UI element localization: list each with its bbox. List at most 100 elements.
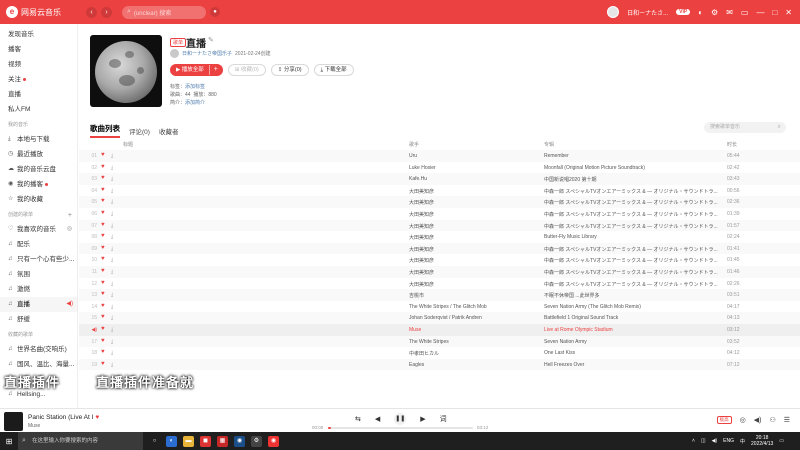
sound-effect-icon[interactable]: ◎ [740,416,746,424]
sidebar-item-playlist-2[interactable]: ♫ 只有一个心有些少... [0,252,77,267]
table-row[interactable]: 05♥⤓不思議な蒙版師大田美知彦中森一郎 スペシャルTVオンエアーミックス & … [79,196,800,208]
browser-icon[interactable]: ◐ [166,435,177,447]
sidebar-item-favorites[interactable]: ☆ 我的收藏 [0,192,77,207]
download-icon[interactable]: ⤓ [111,292,113,298]
table-row[interactable]: ◀)♥⤓Panic Station (Live At Rome Olympic … [79,323,800,336]
minimize-icon[interactable]: — [756,8,764,17]
now-playing-title[interactable]: Panic Station (Live At I [28,414,93,421]
table-row[interactable]: 10♥⤓竜下喰大田美知彦中森一郎 スペシャルTVオンエアーミックス & — オリ… [79,254,800,266]
table-row[interactable]: 08♥⤓Butter-Fly(ピアノバージョン)（「デジモンアドベンチャー」插入… [79,231,800,243]
tray-chevron-icon[interactable]: ˄ [692,438,695,444]
progress-bar[interactable] [328,427,473,429]
download-icon[interactable]: ⤓ [111,315,113,321]
song-album[interactable]: Butter-Fly Music Library [544,234,724,240]
table-row[interactable]: 07♥⤓謎影ほどっち力!!大田美知彦中森一郎 スペシャルTVオンエアーミックス … [79,219,800,232]
input-language[interactable]: ENG [723,438,734,444]
download-icon[interactable]: ⤓ [111,362,113,368]
liked-heart-icon[interactable]: ♥ [101,280,105,286]
quality-badge[interactable]: 极高 [716,416,732,424]
user-name[interactable]: 日和ーナたさ... [627,8,668,17]
liked-heart-icon[interactable]: ♥ [101,303,105,309]
close-icon[interactable]: ✕ [785,8,792,17]
liked-heart-icon[interactable]: ♥ [101,361,105,367]
table-row[interactable]: 03♥⤓经济舱 (Live)SQKafe.Hu中国新说唱2020 第十期03:4… [79,173,800,185]
previous-icon[interactable]: ◀ [375,415,380,423]
back-button[interactable]: ‹ [86,6,97,18]
liked-heart-icon[interactable]: ♥ [101,187,105,193]
sidebar-item-follow[interactable]: 关注 [0,72,77,87]
song-album[interactable]: Live at Rome Olympic Stadium [544,327,724,333]
song-album[interactable]: Moonfall (Original Motion Picture Soundt… [544,165,724,171]
sidebar-item-video[interactable]: 视频 [0,57,77,72]
tab-songs[interactable]: 歌曲列表 [90,123,120,138]
sidebar-item-playlist-1[interactable]: ♫ 配乐 [0,237,77,252]
now-playing-artist[interactable]: Muse [28,423,40,429]
download-icon[interactable]: ⤓ [111,234,113,240]
song-artist[interactable]: Luke Hosier [409,165,539,171]
download-icon[interactable]: ⤓ [111,281,113,287]
app-logo[interactable]: e 网易云音乐 [6,6,86,18]
download-icon[interactable]: ⤓ [111,246,113,252]
office-icon[interactable]: ◼ [200,435,211,447]
song-artist[interactable]: 吉桃市 [409,292,539,299]
like-heart-icon[interactable]: ♥ [95,414,99,421]
table-row[interactable]: 09♥⤓スピード&テクニック大田美知彦中森一郎 スペシャルTVオンエアーミックス… [79,242,800,255]
add-to-queue-icon[interactable]: + [208,65,222,75]
liked-heart-icon[interactable]: ♥ [101,256,105,262]
song-album[interactable]: One Last Kiss [544,350,724,356]
song-artist[interactable]: Uru [409,153,539,159]
table-row[interactable]: 01♥⤓One more time, One more chanceUruRem… [79,150,800,162]
sidebar-item-playlist-6[interactable]: ♫ 舒缓 [0,312,77,327]
download-icon[interactable]: ⤓ [111,165,113,171]
forward-button[interactable]: › [101,6,112,18]
liked-heart-icon[interactable]: ♥ [101,291,105,297]
user-avatar[interactable] [607,6,620,18]
pause-button[interactable]: ❚❚ [394,413,407,425]
song-artist[interactable]: The White Stripes / The Glitch Mob [409,304,539,310]
notification-icon[interactable]: ▭ [779,438,784,444]
table-row[interactable]: 19♥⤓Hotel California (Live on MTV, 1994)… [79,358,800,371]
song-artist[interactable]: Kafe.Hu [409,176,539,182]
song-artist[interactable]: Muse [409,327,539,333]
table-row[interactable]: 06♥⤓密影を撃い大田美知彦中森一郎 スペシャルTVオンエアーミックス & — … [79,208,800,220]
song-album[interactable]: 中森一郎 スペシャルTVオンエアーミックス & — オリジナル・サウンドトラ..… [544,281,724,288]
liked-heart-icon[interactable]: ♥ [101,326,105,332]
tab-collectors[interactable]: 收藏者 [159,126,179,138]
liked-heart-icon[interactable]: ♥ [101,245,105,251]
song-album[interactable]: 中森一郎 スペシャルTVオンエアーミックス & — オリジナル・サウンドトラ..… [544,246,724,253]
sidebar-item-collected-1[interactable]: ♫ 世界名曲(交响乐) [0,342,77,357]
sidebar-item-live[interactable]: 直播 [0,87,77,102]
download-icon[interactable]: ⤓ [111,211,113,217]
liked-heart-icon[interactable]: ♥ [101,314,105,320]
song-artist[interactable]: 中孝田ヒカル [409,350,539,357]
song-artist[interactable]: 大田美知彦 [409,257,539,264]
liked-heart-icon[interactable]: ♥ [101,349,105,355]
download-all-button[interactable]: ⤓ 下载全部 [313,64,354,76]
song-artist[interactable]: 大田美知彦 [409,188,539,195]
volume-icon[interactable]: ◀) [754,416,762,424]
liked-heart-icon[interactable]: ♥ [101,268,105,274]
table-row[interactable]: 02♥⤓One More TimeSQLuke HosierMoonfall (… [79,162,800,174]
song-album[interactable]: Seven Nation Army [544,339,724,345]
song-artist[interactable]: 大田美知彦 [409,234,539,241]
liked-heart-icon[interactable]: ♥ [101,338,105,344]
lyrics-icon[interactable]: 词 [440,414,447,424]
listen-together-icon[interactable]: ⚇ [769,416,775,424]
song-album[interactable]: 中森一郎 スペシャルTVオンエアーミックス & — オリジナル・サウンドトラ..… [544,211,724,218]
download-icon[interactable]: ⤓ [111,257,113,263]
add-tags-link[interactable]: 添加标签 [185,84,205,90]
task-view-icon[interactable]: ○ [149,436,160,447]
sidebar-item-podcast[interactable]: 播客 [0,42,77,57]
table-row[interactable]: 14 ♥ ⤓ Seven Nation Army (The Glitch Mob Re… [79,301,800,313]
volume-icon[interactable]: ◀) [712,438,718,444]
song-artist[interactable]: The White Stripes [409,339,539,345]
sidebar-item-fm[interactable]: 私人FM [0,102,77,117]
table-row[interactable]: 12♥⤓万国の最城（万国の最城）大田美知彦中森一郎 スペシャルTVオンエアーミッ… [79,278,800,290]
song-artist[interactable]: 大田美知彦 [409,269,539,276]
song-album[interactable]: Remember [544,153,724,159]
song-artist[interactable]: Eagles [409,362,539,368]
table-row[interactable]: 17♥⤓Seven Nation ArmySQThe White Stripes… [79,335,800,348]
settings-icon[interactable]: ⚙ [711,8,718,17]
add-intro-link[interactable]: 添加简介 [185,100,205,106]
taskbar-search[interactable]: ⌕ 在这里输入你要搜索的内容 [18,432,143,450]
